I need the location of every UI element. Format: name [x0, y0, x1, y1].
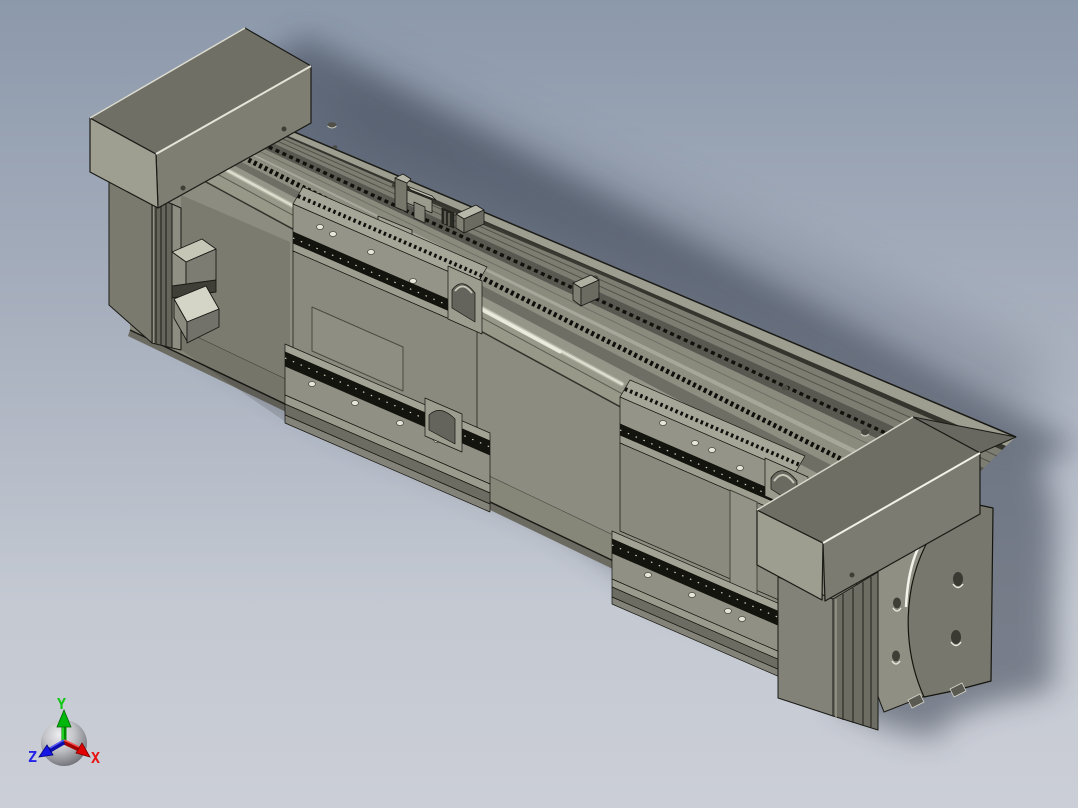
sensor-blocks [171, 238, 220, 344]
cad-viewport[interactable]: Y X Z [0, 0, 1078, 808]
axis-y-label: Y [57, 695, 66, 713]
axis-x-label: X [91, 749, 100, 767]
axis-z-label: Z [28, 748, 37, 766]
